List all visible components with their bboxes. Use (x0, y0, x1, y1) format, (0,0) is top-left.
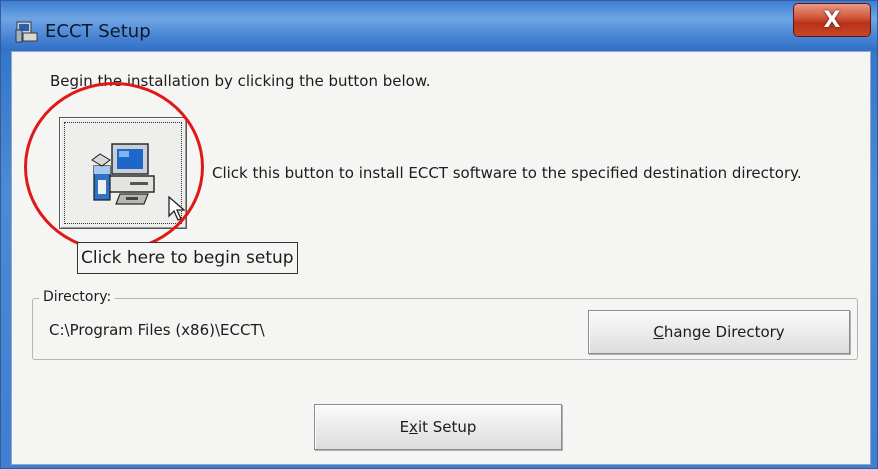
window-title: ECCT Setup (45, 21, 151, 42)
change-label: hange Directory (663, 323, 785, 341)
mouse-cursor-icon (168, 196, 186, 221)
exit-label: it Setup (417, 418, 477, 436)
close-button[interactable]: X (793, 3, 871, 37)
directory-legend: Directory: (39, 289, 116, 305)
install-button[interactable] (59, 117, 187, 229)
begin-setup-label: Click here to begin setup (77, 242, 298, 274)
change-mnemonic: C (653, 323, 664, 341)
install-description: Click this button to install ECCT softwa… (212, 164, 802, 182)
close-icon: X (823, 7, 841, 33)
setup-computer-icon (15, 21, 38, 43)
directory-path: C:\Program Files (x86)\ECCT\ (49, 321, 265, 339)
intro-text: Begin the installation by clicking the b… (50, 72, 431, 90)
client-area: Begin the installation by clicking the b… (11, 51, 871, 465)
exit-prefix: E (399, 418, 410, 436)
change-directory-button[interactable]: Change Directory (588, 310, 850, 354)
exit-setup-button[interactable]: Ex it Setup (314, 404, 562, 450)
install-computer-icon (91, 143, 155, 205)
exit-mnemonic: x (409, 418, 418, 436)
setup-window: ECCT Setup X Begin the installation by c… (0, 0, 878, 469)
title-bar[interactable]: ECCT Setup X (1, 1, 877, 51)
